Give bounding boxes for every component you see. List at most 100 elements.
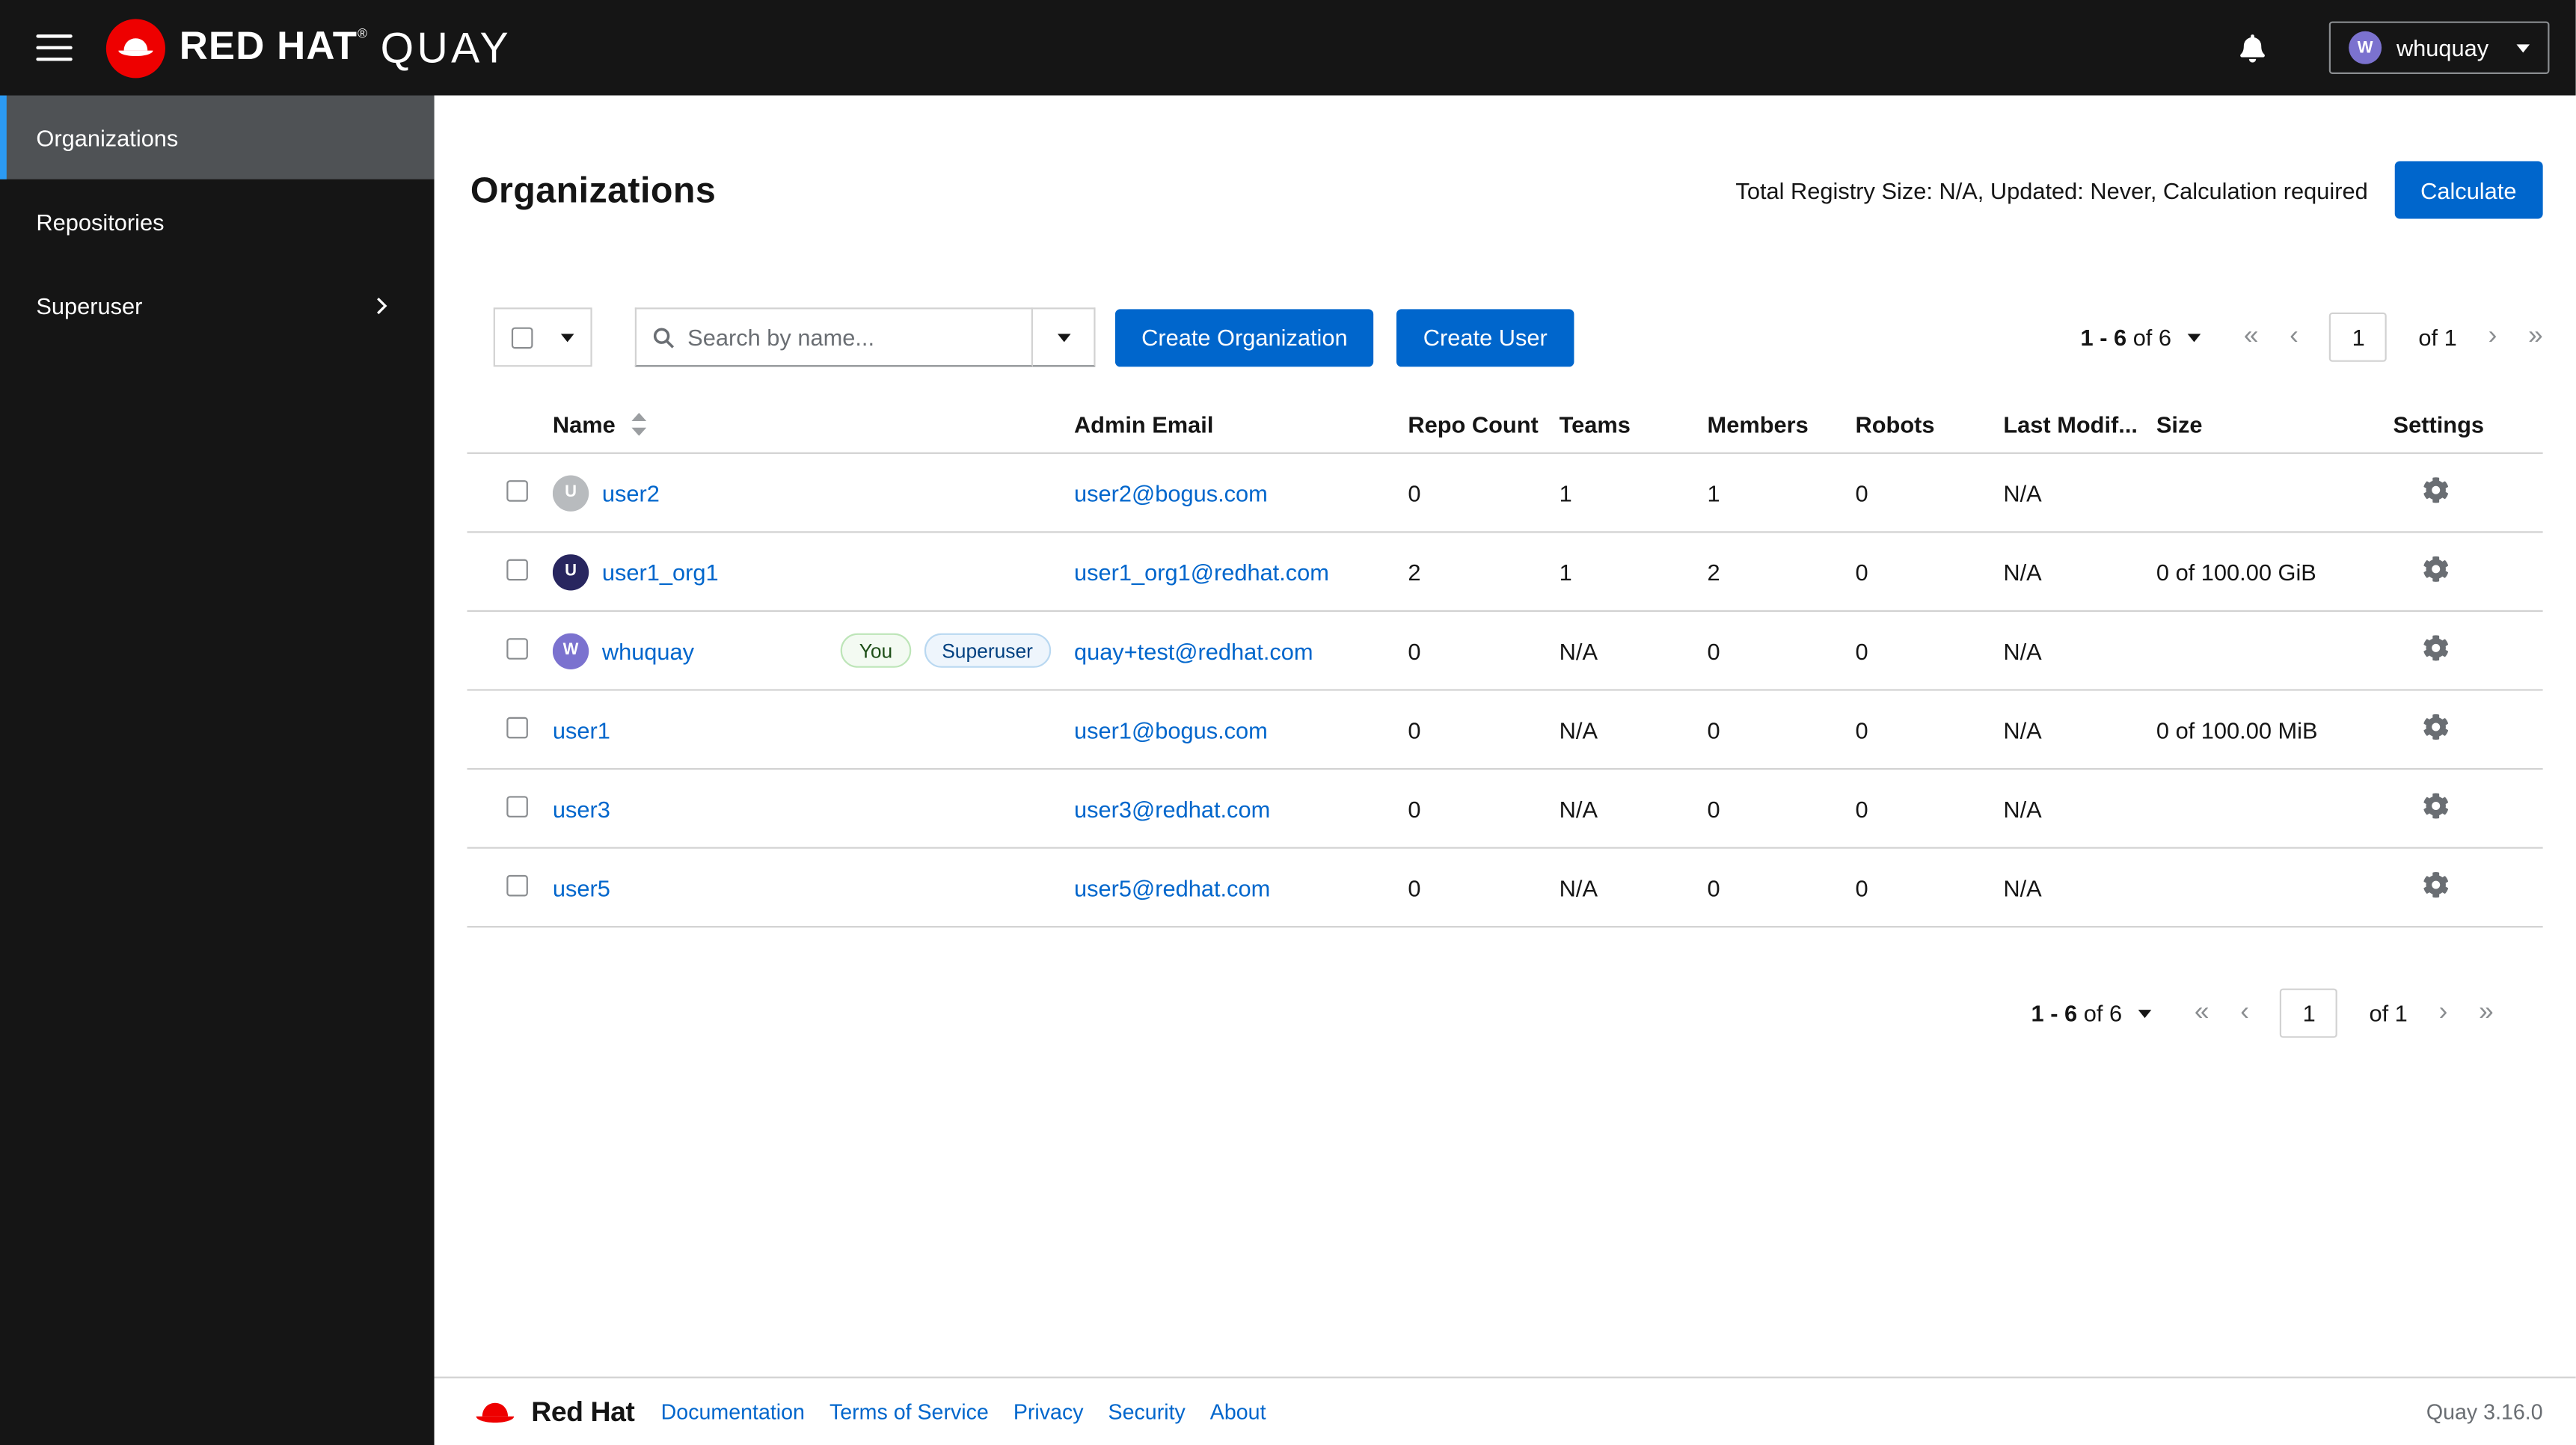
settings-gear-icon[interactable]	[2423, 793, 2449, 819]
table-row: U user1_org1 user1_org1@redhat.com 2 1 2…	[467, 533, 2543, 613]
row-checkbox[interactable]	[506, 558, 528, 580]
admin-email-link[interactable]: user3@redhat.com	[1074, 795, 1270, 821]
footer-link-terms[interactable]: Terms of Service	[829, 1399, 989, 1424]
search-filter-dropdown[interactable]	[1032, 307, 1096, 367]
settings-gear-icon[interactable]	[2423, 871, 2449, 898]
size-cell: 0 of 100.00 MiB	[2156, 716, 2318, 743]
repo-count-cell: 0	[1408, 637, 1421, 664]
create-user-button[interactable]: Create User	[1396, 308, 1574, 366]
masthead-right: W whuquay	[2239, 21, 2550, 74]
brand: RED HAT ® QUAY	[105, 17, 512, 78]
admin-email-cell: user1_org1@redhat.com	[1074, 559, 1408, 585]
admin-email-link[interactable]: quay+test@redhat.com	[1074, 637, 1313, 663]
last-page-button[interactable]: »	[2528, 323, 2543, 350]
sidebar-item-repositories[interactable]: Repositories	[0, 180, 435, 263]
page-title: Organizations	[470, 168, 717, 210]
sidebar-item-superuser[interactable]: Superuser	[0, 263, 435, 347]
org-table-body: U user2 user2@bogus.com 0 1 1 0 N/A U us…	[467, 454, 2543, 928]
org-name-link[interactable]: user2	[602, 479, 660, 506]
settings-cell	[2393, 871, 2543, 903]
user-avatar: W	[2349, 31, 2382, 64]
search-group	[634, 307, 1096, 367]
page-header: Organizations Total Registry Size: N/A, …	[435, 96, 2576, 219]
next-page-button[interactable]: ›	[2488, 323, 2497, 350]
name-column-header[interactable]: Name	[553, 411, 1074, 437]
first-page-button[interactable]: «	[2195, 999, 2209, 1026]
bulk-select-dropdown[interactable]	[493, 307, 592, 367]
row-checkbox[interactable]	[506, 479, 528, 501]
last-modified-cell: N/A	[2003, 637, 2042, 664]
row-select-cell	[467, 558, 553, 585]
row-checkbox[interactable]	[506, 874, 528, 896]
org-name-link[interactable]: user5	[553, 874, 610, 901]
caret-down-icon	[1056, 333, 1070, 342]
table-row: user5 user5@redhat.com 0 N/A 0 0 N/A	[467, 849, 2543, 928]
settings-gear-icon[interactable]	[2423, 556, 2449, 582]
pagination-range-dropdown[interactable]: 1 - 6 of 6	[2081, 324, 2201, 350]
footer-link-privacy[interactable]: Privacy	[1013, 1399, 1084, 1424]
footer-link-documentation[interactable]: Documentation	[661, 1399, 805, 1424]
settings-gear-icon[interactable]	[2423, 477, 2449, 503]
prev-page-button[interactable]: ‹	[2290, 323, 2299, 350]
org-name-link[interactable]: user1_org1	[602, 559, 719, 585]
page-number-input[interactable]	[2280, 988, 2338, 1038]
sidebar: Organizations Repositories Superuser	[0, 95, 435, 1445]
settings-gear-icon[interactable]	[2423, 714, 2449, 740]
calculate-button[interactable]: Calculate	[2393, 161, 2543, 219]
create-organization-button[interactable]: Create Organization	[1114, 308, 1374, 366]
caret-down-icon	[2516, 43, 2530, 52]
settings-cell	[2393, 714, 2543, 745]
admin-email-link[interactable]: user5@redhat.com	[1074, 874, 1270, 901]
bell-icon[interactable]	[2239, 34, 2266, 62]
members-cell: 0	[1707, 874, 1720, 901]
badge-superuser: Superuser	[924, 633, 1052, 668]
row-checkbox[interactable]	[506, 637, 528, 659]
next-page-button[interactable]: ›	[2439, 999, 2448, 1026]
repo-count-cell: 0	[1408, 716, 1421, 743]
size-cell: 0 of 100.00 GiB	[2156, 558, 2316, 585]
footer-link-about[interactable]: About	[1210, 1399, 1266, 1424]
repo-count-cell: 0	[1408, 479, 1421, 506]
org-avatar: U	[552, 474, 589, 511]
org-name-cell: U user1_org1	[552, 553, 1074, 590]
user-menu[interactable]: W whuquay	[2328, 21, 2550, 74]
org-name-link[interactable]: user1	[553, 717, 610, 743]
search-input[interactable]	[687, 324, 1015, 351]
footer-link-security[interactable]: Security	[1108, 1399, 1186, 1424]
organizations-table: Name Admin Email Repo Count Teams Member…	[467, 395, 2543, 928]
bulk-select-checkbox[interactable]	[511, 326, 533, 349]
registry-size-area: Total Registry Size: N/A, Updated: Never…	[1735, 161, 2543, 219]
pagination-range-dropdown[interactable]: 1 - 6 of 6	[2031, 1000, 2152, 1026]
row-select-cell	[467, 479, 553, 506]
org-name-link[interactable]: whuquay	[602, 637, 694, 663]
registry-size-text: Total Registry Size: N/A, Updated: Never…	[1735, 177, 2368, 203]
teams-cell: N/A	[1559, 874, 1598, 901]
org-name-cell: W whuquay You Superuser	[552, 632, 1074, 669]
org-name-cell: U user2	[552, 474, 1074, 511]
admin-email-link[interactable]: user1_org1@redhat.com	[1074, 559, 1329, 585]
admin-email-link[interactable]: user1@bogus.com	[1074, 717, 1268, 743]
row-checkbox[interactable]	[506, 795, 528, 817]
settings-column-header: Settings	[2393, 410, 2485, 437]
last-page-button[interactable]: »	[2479, 999, 2494, 1026]
robots-cell: 0	[1855, 716, 1868, 743]
sort-icon[interactable]	[631, 411, 647, 435]
prev-page-button[interactable]: ‹	[2240, 999, 2249, 1026]
page-number-input[interactable]	[2329, 312, 2388, 362]
red-hat-fedora-icon	[470, 1395, 520, 1429]
hamburger-icon[interactable]	[36, 34, 73, 61]
settings-gear-icon[interactable]	[2423, 635, 2449, 661]
admin-email-link[interactable]: user2@bogus.com	[1074, 479, 1268, 506]
last-modified-cell: N/A	[2003, 558, 2042, 585]
masthead: RED HAT ® QUAY W whuquay	[0, 0, 2576, 96]
repo-count-cell: 0	[1408, 795, 1421, 822]
footer-brand-text: Red Hat	[531, 1395, 635, 1427]
org-name-link[interactable]: user3	[553, 795, 610, 821]
row-checkbox[interactable]	[506, 716, 528, 738]
brand-quay-text: QUAY	[380, 22, 512, 72]
caret-down-icon	[2188, 333, 2201, 342]
app-window: RED HAT ® QUAY W whuquay Organizations R…	[0, 0, 2576, 1445]
first-page-button[interactable]: «	[2244, 323, 2259, 350]
sidebar-item-organizations[interactable]: Organizations	[0, 95, 435, 180]
table-row: user1 user1@bogus.com 0 N/A 0 0 N/A 0 of…	[467, 691, 2543, 770]
